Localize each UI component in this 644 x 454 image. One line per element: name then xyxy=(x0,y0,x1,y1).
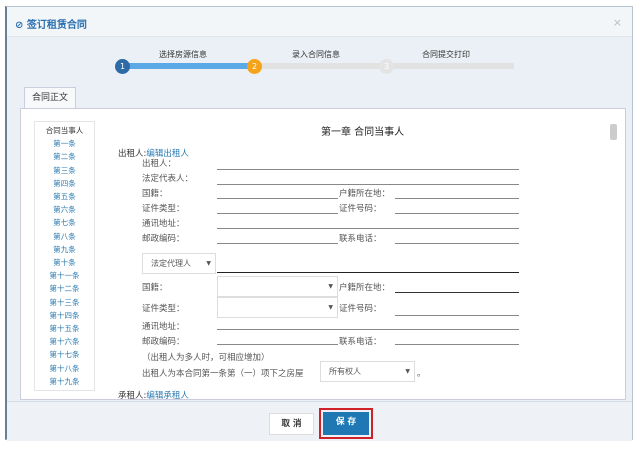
contract-content: 合同当事人 第一条 第二条 第三条 第四条 第五条 第六条 第七条 第八条 第九条 第十条 第十一条第… xyxy=(20,108,626,400)
dialog-footer: 取 消 保 存 xyxy=(7,401,632,441)
toc-item[interactable]: 第十条 xyxy=(35,257,94,268)
step-label-2: 录入合同信息 xyxy=(292,50,340,59)
toc-item[interactable]: 第十九条 xyxy=(35,376,94,387)
chapter-title: 第一章 合同当事人 xyxy=(321,127,405,138)
toc-item[interactable]: 第十七条 xyxy=(35,349,94,360)
agent-phone-label: 联系电话： xyxy=(339,337,382,347)
toc-item[interactable]: 第十五条 xyxy=(35,323,94,334)
nationality-label: 国籍： xyxy=(142,189,168,199)
period: 。 xyxy=(417,369,426,379)
toc-item[interactable]: 第四条 xyxy=(35,178,94,189)
agent-id-no-input[interactable] xyxy=(395,315,519,316)
toc-item[interactable]: 第二条 xyxy=(35,151,94,162)
household-input[interactable] xyxy=(395,198,519,199)
postcode-input[interactable] xyxy=(217,243,338,244)
step-label-3: 合同提交打印 xyxy=(422,50,470,59)
agent-type-select[interactable]: 法定代理人 ▼ xyxy=(142,253,216,274)
tenant-heading: 承租人:编辑承租人 xyxy=(118,389,189,400)
step-3-dot: 3 xyxy=(379,59,394,74)
step-2-dot: 2 xyxy=(247,59,262,74)
dialog-title-text: 签订租赁合同 xyxy=(26,20,87,31)
agent-id-type-select[interactable]: ▼ xyxy=(217,297,338,318)
agent-id-no-label: 证件号码： xyxy=(339,304,382,314)
id-type-input[interactable] xyxy=(217,213,338,214)
scrollbar[interactable] xyxy=(610,124,617,140)
caret-down-icon: ▼ xyxy=(405,368,410,375)
toc-item[interactable]: 第十三条 xyxy=(35,297,94,308)
id-type-label: 证件类型： xyxy=(142,204,185,214)
dialog-header: ⊘ 签订租赁合同 × xyxy=(7,7,632,37)
agent-nationality-label: 国籍： xyxy=(142,283,168,293)
contract-dialog: ⊘ 签订租赁合同 × 选择房源信息 录入合同信息 合同提交打印 1 2 3 合同… xyxy=(5,6,633,441)
lessor-input[interactable] xyxy=(217,169,519,170)
toc-item[interactable]: 第七条 xyxy=(35,217,94,228)
agent-type-value: 法定代理人 xyxy=(151,259,191,268)
multi-lessor-note: （出租人为多人时，可相应增加） xyxy=(142,353,270,363)
agent-address-input[interactable] xyxy=(217,329,519,330)
toc-item[interactable]: 第三条 xyxy=(35,165,94,176)
toc-item[interactable]: 第九条 xyxy=(35,244,94,255)
agent-household-input[interactable] xyxy=(395,292,519,293)
toc-item[interactable]: 第十一条 xyxy=(35,270,94,281)
toc-item[interactable]: 第八条 xyxy=(35,231,94,242)
save-button[interactable]: 保 存 xyxy=(323,412,369,435)
progress-fill xyxy=(119,63,251,69)
toc-list: 合同当事人第一条第二条第三条第四条第五条第六条第七条第八条第九条第十条第十一条第… xyxy=(34,121,95,391)
postcode-label: 邮政编码： xyxy=(142,234,185,244)
close-button[interactable]: × xyxy=(613,16,622,29)
toc-item[interactable]: 合同当事人 xyxy=(35,125,94,136)
cancel-button[interactable]: 取 消 xyxy=(269,413,314,435)
id-no-label: 证件号码： xyxy=(339,204,382,214)
step-label-1: 选择房源信息 xyxy=(159,50,207,59)
ownership-value: 所有权人 xyxy=(329,367,361,376)
agent-phone-input[interactable] xyxy=(395,344,519,345)
phone-input[interactable] xyxy=(395,243,519,244)
toc-item[interactable]: 第十六条 xyxy=(35,336,94,347)
address-label: 通讯地址： xyxy=(142,219,185,229)
agent-name-input[interactable] xyxy=(217,272,519,273)
caret-down-icon: ▼ xyxy=(328,304,333,311)
nationality-input[interactable] xyxy=(217,198,338,199)
ownership-text: 出租人为本合同第一条第（一）项下之房屋 xyxy=(142,369,304,379)
agent-nationality-select[interactable]: ▼ xyxy=(217,276,338,297)
agent-postcode-input[interactable] xyxy=(217,344,338,345)
paperclip-icon: ⊘ xyxy=(15,20,24,31)
id-no-input[interactable] xyxy=(395,213,519,214)
toc-item[interactable]: 第六条 xyxy=(35,204,94,215)
agent-address-label: 通讯地址： xyxy=(142,322,185,332)
address-input[interactable] xyxy=(217,228,519,229)
legal-rep-label: 法定代表人： xyxy=(142,174,194,184)
step-1-dot: 1 xyxy=(115,59,130,74)
household-label: 户籍所在地： xyxy=(339,189,391,199)
lessor-label: 出租人： xyxy=(142,159,177,169)
dialog-title: ⊘ 签订租赁合同 xyxy=(15,16,87,31)
agent-household-label: 户籍所在地： xyxy=(339,283,391,293)
caret-down-icon: ▼ xyxy=(328,283,333,290)
agent-postcode-label: 邮政编码： xyxy=(142,337,185,347)
caret-down-icon: ▼ xyxy=(206,260,211,267)
toc-item[interactable]: 第十八条 xyxy=(35,363,94,374)
tenant-heading-text: 承租人: xyxy=(118,391,147,400)
toc-item[interactable]: 第一条 xyxy=(35,138,94,149)
ownership-select[interactable]: 所有权人 ▼ xyxy=(320,361,415,382)
toc-item[interactable]: 第五条 xyxy=(35,191,94,202)
toc-item[interactable]: 第十四条 xyxy=(35,310,94,321)
agent-id-type-label: 证件类型： xyxy=(142,304,185,314)
phone-label: 联系电话： xyxy=(339,234,382,244)
tab-contract-body[interactable]: 合同正文 xyxy=(24,87,76,109)
edit-tenant-link[interactable]: 编辑承租人 xyxy=(146,391,189,399)
toc-item[interactable]: 第十二条 xyxy=(35,283,94,294)
legal-rep-input[interactable] xyxy=(217,184,519,185)
